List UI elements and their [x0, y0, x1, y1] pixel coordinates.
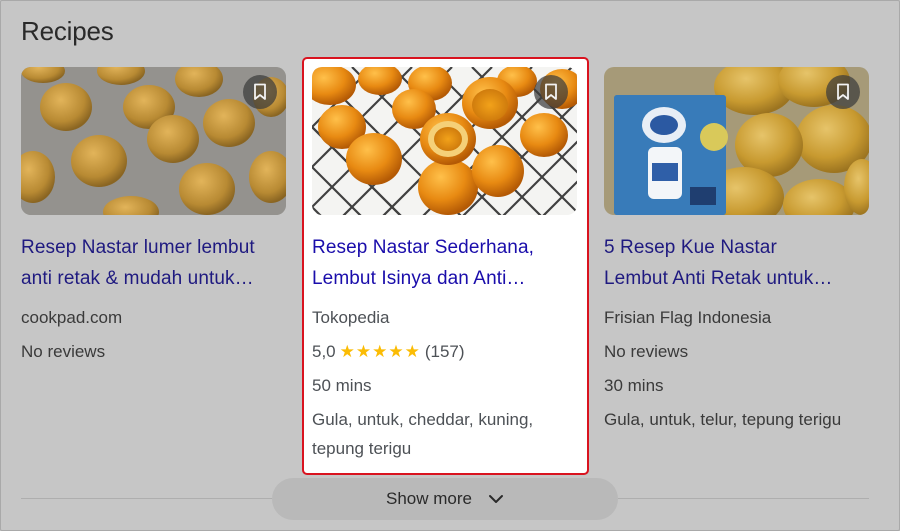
recipe-source: Tokopedia — [312, 308, 390, 327]
recipe-title[interactable]: Resep Nastar lumer lembut anti retak & m… — [21, 232, 286, 294]
recipe-card-cookpad[interactable]: Resep Nastar lumer lembut anti retak & m… — [21, 67, 286, 362]
show-more-button[interactable]: Show more — [272, 478, 618, 520]
recipe-thumbnail[interactable] — [312, 67, 577, 215]
recipe-title-line[interactable]: 5 Resep Kue Nastar — [604, 232, 869, 263]
recipe-source: Frisian Flag Indonesia — [604, 308, 772, 327]
bookmark-icon — [837, 83, 849, 100]
recipe-title-line[interactable]: Resep Nastar lumer lembut — [21, 232, 286, 263]
recipe-title[interactable]: 5 Resep Kue Nastar Lembut Anti Retak unt… — [604, 232, 869, 294]
show-more-label: Show more — [386, 489, 472, 508]
recipe-reviews: No reviews — [21, 342, 106, 361]
ingredients-line: tepung terigu — [312, 439, 412, 458]
bookmark-icon — [254, 83, 266, 100]
recipe-source: cookpad.com — [21, 308, 123, 327]
recipe-thumbnail[interactable] — [21, 67, 286, 215]
recipe-title[interactable]: Resep Nastar Sederhana, Lembut Isinya da… — [312, 232, 577, 294]
ingredients-line: Gula, untuk, cheddar, kuning, — [312, 410, 534, 429]
recipe-title-line[interactable]: anti retak & mudah untuk… — [21, 263, 286, 294]
recipe-title-line[interactable]: Resep Nastar Sederhana, — [312, 232, 577, 263]
recipe-ingredients: Gula, untuk, cheddar, kuning, tepung ter… — [312, 405, 577, 463]
chevron-down-icon — [488, 495, 503, 503]
bookmark-icon — [545, 83, 557, 100]
bookmark-button[interactable] — [243, 75, 277, 109]
bookmark-button[interactable] — [534, 75, 568, 109]
recipe-card-tokopedia[interactable]: Resep Nastar Sederhana, Lembut Isinya da… — [302, 57, 589, 475]
bookmark-button[interactable] — [826, 75, 860, 109]
ingredients-line: Gula, untuk, telur, tepung terigu — [604, 410, 842, 429]
recipe-title-line[interactable]: Lembut Isinya dan Anti… — [312, 263, 577, 294]
divider-right — [618, 498, 869, 499]
rating-value: 5,0 — [312, 342, 336, 361]
recipe-reviews: No reviews — [604, 342, 689, 361]
recipe-ingredients: Gula, untuk, telur, tepung terigu — [604, 405, 869, 434]
recipe-time: 50 mins — [312, 376, 372, 395]
recipe-card-frisian-flag[interactable]: 5 Resep Kue Nastar Lembut Anti Retak unt… — [604, 67, 869, 434]
section-heading: Recipes — [21, 16, 114, 46]
recipe-title-line[interactable]: Lembut Anti Retak untuk… — [604, 263, 869, 294]
recipe-thumbnail[interactable] — [604, 67, 869, 215]
recipe-rating: 5,0 ★★★★★ (157) — [312, 342, 577, 362]
rating-stars-icon: ★★★★★ — [339, 342, 421, 361]
recipe-time: 30 mins — [604, 376, 664, 395]
rating-count: (157) — [424, 342, 465, 361]
divider-left — [21, 498, 272, 499]
